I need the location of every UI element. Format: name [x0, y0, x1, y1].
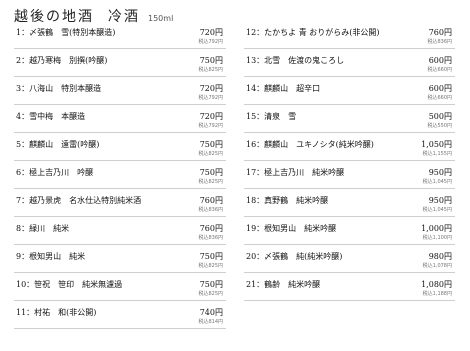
menu-item: 8：緑川 純米 760円税込836円 [14, 217, 226, 245]
menu-item-tax-price: 税込550円 [427, 123, 452, 129]
menu-item-price: 760円 [428, 28, 452, 37]
menu-item-tax-price: 税込836円 [427, 39, 452, 45]
menu-item-tax-price: 税込836円 [198, 235, 223, 241]
menu-item: 10：笹祝 笹印 純米無濾過 750円税込825円 [14, 273, 226, 301]
menu-item-name: 9：根知男山 純米 [16, 252, 86, 261]
menu-item-tax-price: 税込1,155円 [422, 151, 452, 157]
menu-item-tax-price: 税込1,188円 [422, 291, 452, 297]
menu-item-price: 950円 [428, 196, 452, 205]
menu-item-price: 720円 [199, 84, 223, 93]
menu-item-tax-price: 税込825円 [198, 291, 223, 297]
menu-item-price: 980円 [428, 252, 452, 261]
menu-item-name: 1：〆張鶴 雪(特別本醸造) [16, 28, 116, 37]
menu-item-tax-price: 税込660円 [427, 67, 452, 73]
menu-item: 16：麒麟山 ユキノシタ(純米吟醸) 1,050円 税込1,155円 [244, 133, 455, 161]
menu-item-price: 750円 [199, 168, 223, 177]
menu-item-name: 20：〆張鶴 純(純米吟醸) [246, 252, 343, 261]
menu-item-tax-price: 税込825円 [198, 179, 223, 185]
menu-item-price: 750円 [199, 280, 223, 289]
menu-item-tax-price: 税込1,078円 [422, 263, 452, 269]
menu-item: 14：麒麟山 超辛口 600円税込660円 [244, 77, 455, 105]
menu-item: 7：越乃景虎 名水仕込特別純米酒 760円税込836円 [14, 189, 226, 217]
menu-item-tax-price: 税込792円 [198, 123, 223, 129]
menu-item: 6：極上吉乃川 吟醸 750円税込825円 [14, 161, 226, 189]
menu-item: 15：清泉 雪 500円税込550円 [244, 105, 455, 133]
menu-item-tax-price: 税込836円 [198, 207, 223, 213]
menu-item-price: 720円 [199, 28, 223, 37]
menu-item: 21：鶴齢 純米吟醸 1,080円 税込1,188円 [244, 273, 455, 301]
menu-item-price: 750円 [199, 140, 223, 149]
menu-item-tax-price: 税込792円 [198, 95, 223, 101]
menu-item-name: 10：笹祝 笹印 純米無濾過 [16, 280, 123, 289]
menu-item: 1：〆張鶴 雪(特別本醸造) 720円税込792円 [14, 21, 226, 49]
menu-item-name: 16：麒麟山 ユキノシタ(純米吟醸) [246, 140, 374, 149]
menu-item-price: 750円 [199, 252, 223, 261]
menu-item-tax-price: 税込792円 [198, 39, 223, 45]
menu-item-price: 1,080円 [421, 280, 452, 289]
menu-item-price: 600円 [428, 56, 452, 65]
menu-item-name: 21：鶴齢 純米吟醸 [246, 280, 321, 289]
menu-item: 3：八海山 特別本醸造 720円税込792円 [14, 77, 226, 105]
menu-item-name: 8：緑川 純米 [16, 224, 70, 233]
menu-item-tax-price: 税込1,045円 [422, 179, 452, 185]
menu-item-name: 6：極上吉乃川 吟醸 [16, 168, 94, 177]
menu-item-tax-price: 税込1,045円 [422, 207, 452, 213]
menu-item-name: 13：北雪 佐渡の鬼ころし [246, 56, 345, 65]
menu-item-name: 12：たかちよ 青 おりがらみ(非公開) [246, 28, 380, 37]
menu-item-price: 720円 [199, 112, 223, 121]
menu-item-tax-price: 税込825円 [198, 67, 223, 73]
menu-item-tax-price: 税込825円 [198, 263, 223, 269]
menu-item-tax-price: 税込660円 [427, 95, 452, 101]
menu-item-tax-price: 税込814円 [198, 319, 223, 325]
menu-column-left: 1：〆張鶴 雪(特別本醸造) 720円 税込792円 2：越乃寒梅 別撰(吟醸) 750… [14, 21, 226, 329]
menu-item-name: 3：八海山 特別本醸造 [16, 84, 102, 93]
menu-item: 11：村祐 和(非公開) 740円税込814円 [14, 301, 226, 329]
menu-column-right: 12：たかちよ 青 おりがらみ(非公開) 760円税込836円 13：北雪 佐渡の鬼… [244, 21, 455, 301]
menu-item-price: 760円 [199, 224, 223, 233]
menu-item-tax-price: 税込825円 [198, 151, 223, 157]
menu-item-name: 17：極上吉乃川 純米吟醸 [246, 168, 345, 177]
menu-item-name: 14：麒麟山 超辛口 [246, 84, 321, 93]
sake-menu-page: 越後の地酒 冷酒 150ml 1：〆張鶴 雪(特別本醸造) 720円 税込792円 2… [0, 0, 470, 351]
menu-item-name: 2：越乃寒梅 別撰(吟醸) [16, 56, 108, 65]
menu-item-price: 600円 [428, 84, 452, 93]
menu-item: 5：麒麟山 遠雷(吟醸) 750円税込825円 [14, 133, 226, 161]
menu-item-price: 740円 [199, 308, 223, 317]
menu-item-name: 5：麒麟山 遠雷(吟醸) [16, 140, 100, 149]
menu-item-price: 750円 [199, 56, 223, 65]
menu-item-price: 1,000円 [421, 224, 452, 233]
menu-item: 17：極上吉乃川 純米吟醸 950円税込1,045円 [244, 161, 455, 189]
menu-item: 19：根知男山 純米吟醸 1,000円 税込1,100円 [244, 217, 455, 245]
menu-item: 4：雪中梅 本醸造 720円税込792円 [14, 105, 226, 133]
menu-item-name: 15：清泉 雪 [246, 112, 297, 121]
menu-item-name: 18：真野鶴 純米吟醸 [246, 196, 329, 205]
menu-item: 9：根知男山 純米 750円税込825円 [14, 245, 226, 273]
menu-item-price: 1,050円 [421, 140, 452, 149]
menu-item-name: 11：村祐 和(非公開) [16, 308, 97, 317]
menu-item-price: 760円 [199, 196, 223, 205]
menu-item: 2：越乃寒梅 別撰(吟醸) 750円税込825円 [14, 49, 226, 77]
menu-item-tax-price: 税込1,100円 [422, 235, 452, 241]
menu-item-price: 950円 [428, 168, 452, 177]
menu-item: 20：〆張鶴 純(純米吟醸) 980円税込1,078円 [244, 245, 455, 273]
menu-item: 12：たかちよ 青 おりがらみ(非公開) 760円税込836円 [244, 21, 455, 49]
menu-item-name: 4：雪中梅 本醸造 [16, 112, 86, 121]
menu-item: 13：北雪 佐渡の鬼ころし 600円税込660円 [244, 49, 455, 77]
menu-item-name: 19：根知男山 純米吟醸 [246, 224, 337, 233]
menu-item-price: 500円 [428, 112, 452, 121]
menu-item: 18：真野鶴 純米吟醸 950円税込1,045円 [244, 189, 455, 217]
menu-item-name: 7：越乃景虎 名水仕込特別純米酒 [16, 196, 142, 205]
